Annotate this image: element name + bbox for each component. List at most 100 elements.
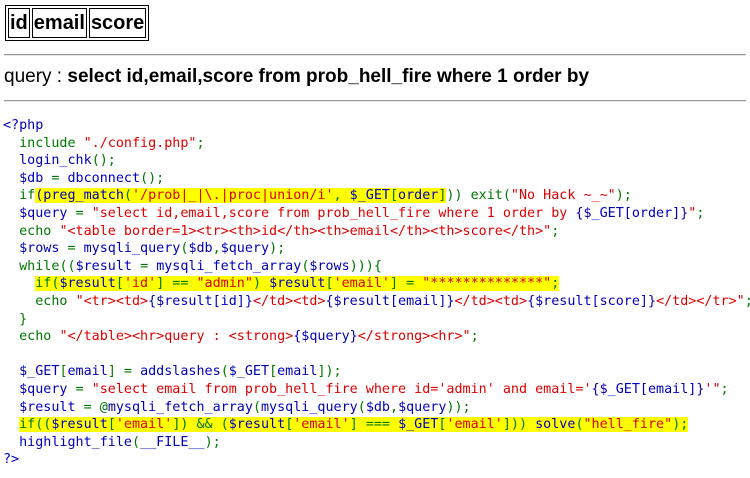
code-token: ] = — [107, 364, 141, 380]
code-token: = — [51, 170, 68, 186]
code-token: ); — [269, 241, 286, 257]
code-token: {$_GET[order]} — [575, 205, 689, 221]
highlighted-code-token: $result — [228, 417, 286, 433]
highlighted-code-token: ] = — [390, 276, 423, 292]
highlighted-code-token: (preg_match — [35, 188, 124, 204]
code-line: $query = "select email from prob_hell_fi… — [3, 381, 750, 399]
highlighted-code-token: if( — [35, 276, 60, 292]
highlighted-code-token: [ — [107, 417, 116, 433]
code-token: </td><td> — [252, 293, 326, 309]
code-token: )); — [446, 399, 471, 415]
highlighted-code-token: ] === — [349, 417, 399, 433]
code-token: $db — [365, 399, 390, 415]
code-token: dbconnect — [67, 170, 141, 186]
highlighted-code-token: $result — [59, 276, 116, 292]
code-token: $query — [3, 381, 76, 397]
highlighted-code-token: [ — [325, 276, 334, 292]
code-token: $result — [75, 258, 141, 274]
code-token: $_GET — [228, 364, 270, 380]
code-line: $db = dbconnect(); — [3, 170, 750, 188]
code-token: "</table><hr>query : <strong> — [59, 329, 294, 345]
code-line: highlight_file(__FILE__); — [3, 434, 750, 452]
code-token: while — [3, 258, 60, 274]
code-token: )) exit( — [446, 188, 511, 204]
code-token: (); — [91, 153, 116, 169]
code-token: mysqli_query — [83, 241, 181, 257]
highlighted-code-token: '/prob|_|\.|proc|union/i' — [132, 188, 334, 204]
code-token: login_chk — [3, 153, 92, 169]
code-token: $result — [3, 399, 84, 415]
code-token: ); — [615, 188, 632, 204]
code-token: (); — [140, 170, 165, 186]
code-token: "<tr><td> — [75, 293, 149, 309]
code-token: [ — [269, 364, 278, 380]
code-token: $query — [220, 241, 270, 257]
code-token: = — [67, 241, 84, 257]
highlighted-code-token: ; — [551, 276, 560, 292]
code-token: , — [390, 399, 399, 415]
code-token: </td><td> — [454, 293, 528, 309]
code-token: "./config.php" — [83, 135, 197, 151]
code-token: "select id,email,score from prob_hell_fi… — [91, 205, 576, 221]
code-token: </strong><hr>" — [357, 329, 471, 345]
code-line: $rows = mysqli_query($db,$query); — [3, 240, 750, 258]
code-token: echo — [3, 329, 60, 345]
code-token: include — [3, 135, 84, 151]
highlighted-code-token: , — [333, 188, 350, 204]
code-token: = — [75, 205, 92, 221]
highlighted-code-token: 'email' — [333, 276, 390, 292]
code-line: $result = @mysqli_fetch_array(mysqli_que… — [3, 399, 750, 417]
source-code: <?php include "./config.php"; login_chk(… — [3, 117, 750, 469]
code-token: email — [277, 364, 318, 380]
code-token: = — [75, 381, 92, 397]
code-token: ( — [357, 399, 366, 415]
code-line: if(preg_match('/prob|_|\.|proc|union/i',… — [3, 187, 750, 205]
code-token: ; — [720, 381, 729, 397]
code-token: $_GET — [3, 364, 60, 380]
highlighted-code-token: ( — [575, 417, 584, 433]
code-token: {$_GET[email]} — [591, 381, 705, 397]
code-line: echo "<table border=1><tr><th>id</th><th… — [3, 223, 750, 241]
code-token: {$result[id]} — [148, 293, 253, 309]
code-line: if(($result['email']) && ($result['email… — [3, 416, 750, 434]
code-token: $rows — [309, 258, 350, 274]
highlighted-code-token: order — [398, 188, 439, 204]
code-token: $query — [3, 205, 76, 221]
highlighted-code-token: ])) — [502, 417, 536, 433]
code-token: $db — [188, 241, 213, 257]
code-line: echo "</table><hr>query : <strong>{$quer… — [3, 328, 750, 346]
highlighted-code-token: solve — [535, 417, 576, 433]
code-token: ?> — [3, 452, 20, 468]
highlighted-code-token: ) — [252, 276, 270, 292]
code-token: $rows — [3, 241, 68, 257]
highlighted-code-token: ( — [123, 188, 132, 204]
code-token: } — [3, 311, 28, 327]
code-token: ); — [204, 434, 221, 450]
code-line: login_chk(); — [3, 152, 750, 170]
code-line: $query = "select id,email,score from pro… — [3, 205, 750, 223]
code-token: "select email from prob_hell_fire where … — [91, 381, 592, 397]
highlighted-code-token: ] == — [156, 276, 197, 292]
code-line: } — [3, 311, 750, 329]
highlighted-code-token: 'email' — [446, 417, 503, 433]
code-token: ; — [196, 135, 205, 151]
table-header-row: id email score — [8, 8, 147, 38]
divider-top — [4, 54, 746, 56]
highlighted-code-token: $_GET — [398, 417, 439, 433]
divider-bottom — [4, 100, 746, 102]
highlighted-code-token: 'email' — [293, 417, 350, 433]
code-token: if — [3, 188, 36, 204]
code-token: {$query} — [293, 329, 358, 345]
code-token: ; — [551, 223, 560, 239]
code-token: ( — [132, 434, 141, 450]
result-table: id email score — [5, 5, 150, 41]
highlighted-code-token: [ — [389, 188, 399, 204]
highlighted-code-token: $result — [51, 417, 108, 433]
code-token: $query — [398, 399, 447, 415]
code-line: while(($result = mysqli_fetch_array($row… — [3, 258, 750, 276]
header-id: id — [8, 8, 30, 38]
query-sql: select id,email,score from prob_hell_fir… — [67, 66, 590, 87]
